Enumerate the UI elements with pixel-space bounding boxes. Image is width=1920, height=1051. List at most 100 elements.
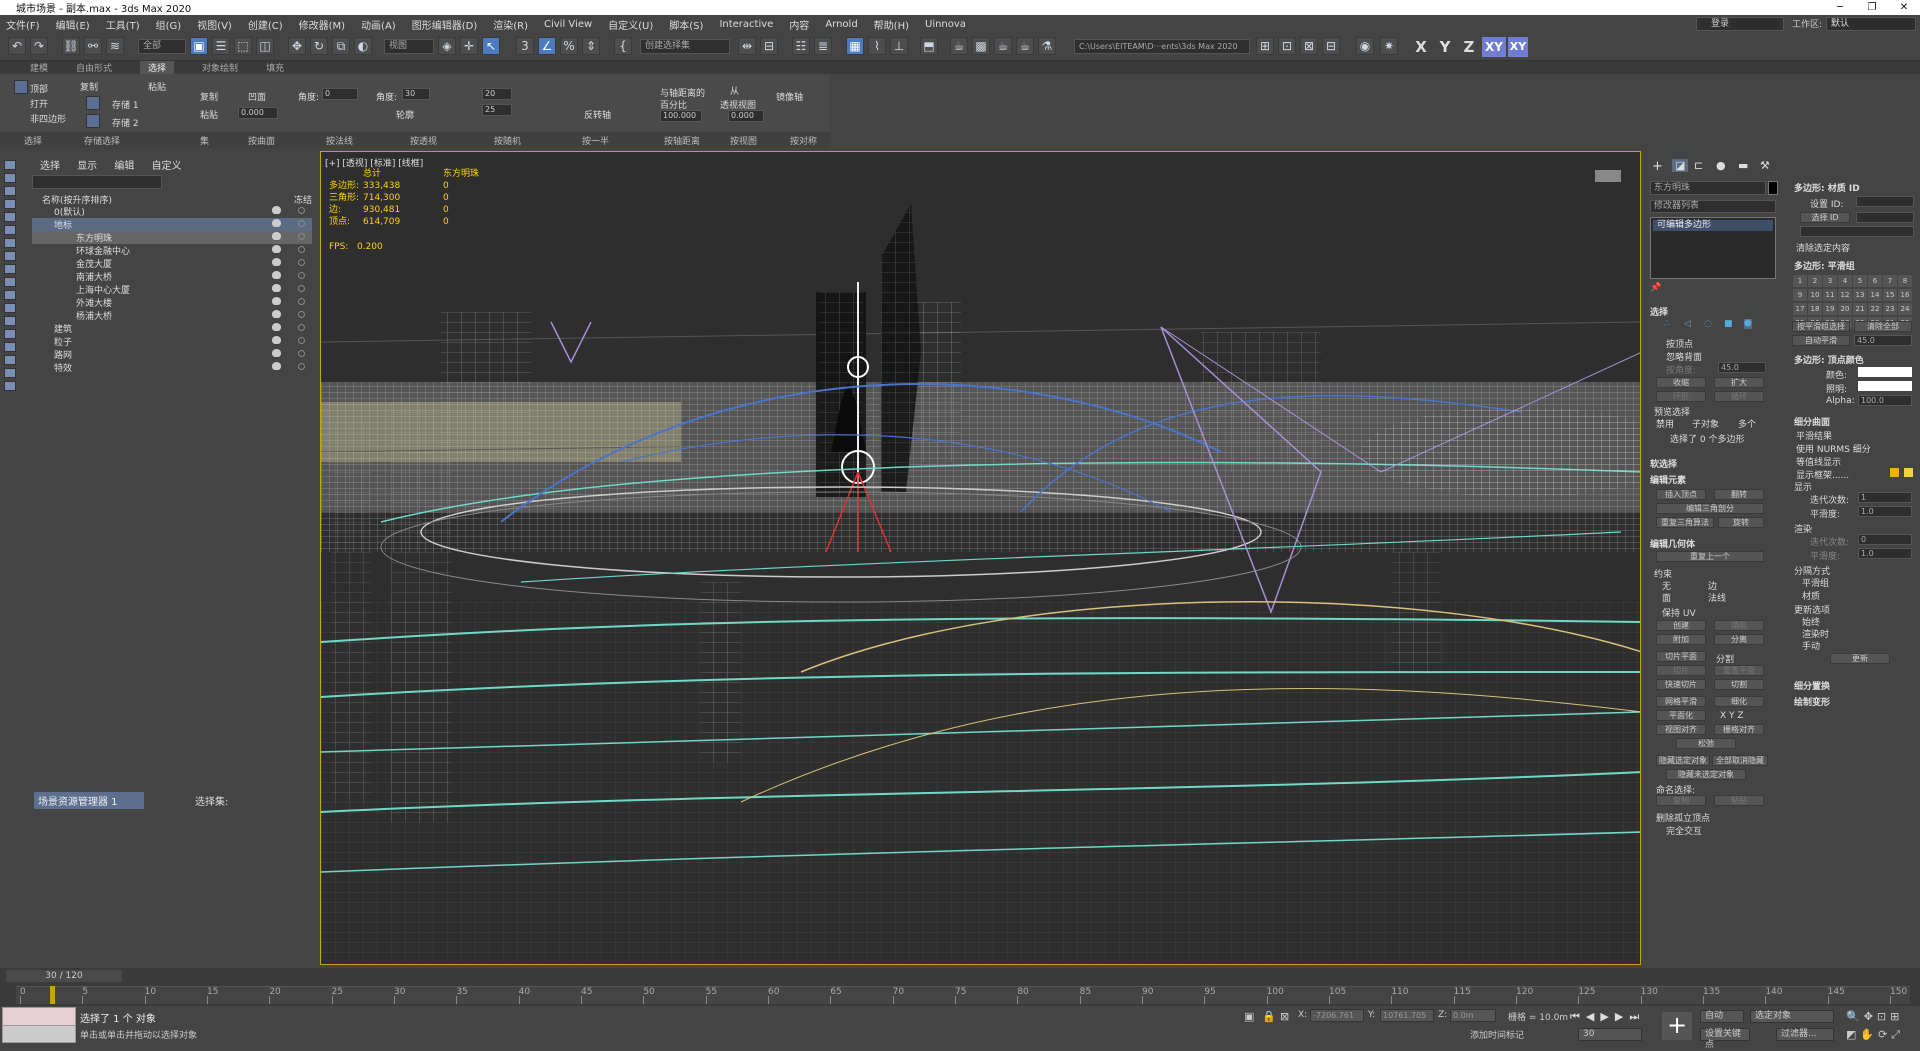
menu-item-2[interactable]: 工具(T) — [106, 17, 140, 32]
axis-z-button[interactable]: Z — [1458, 37, 1480, 57]
smoothing-group-button[interactable]: 22 — [1868, 303, 1882, 315]
render-visible-icon[interactable] — [272, 362, 281, 370]
hierarchy-tab-icon[interactable]: ⊏ — [1694, 159, 1703, 172]
hide-selected-button[interactable]: 隐藏选定对象 — [1656, 755, 1710, 766]
set-key-icon[interactable]: + — [1662, 1012, 1692, 1040]
slice-button[interactable]: 切片 — [1656, 665, 1706, 676]
explorer-filter-icon[interactable] — [4, 212, 16, 222]
explorer-filter-icon[interactable] — [4, 173, 16, 183]
named-selset-dropdown[interactable]: 创建选择集 — [640, 39, 730, 54]
goto-start-icon[interactable]: ⏮ — [1570, 1010, 1586, 1023]
menu-item-0[interactable]: 文件(F) — [6, 17, 40, 32]
filters-button[interactable]: 过滤器... — [1776, 1028, 1834, 1041]
stack-item-editable-poly[interactable]: 可编辑多边形 — [1653, 220, 1773, 231]
hide-unselected-button[interactable]: 隐藏未选定对象 — [1666, 769, 1746, 780]
cut-button[interactable]: 切割 — [1714, 679, 1764, 690]
auto-smooth-button[interactable]: 自动平滑 — [1792, 335, 1850, 346]
ribbon-group-4[interactable]: 按法线 — [326, 134, 353, 147]
explorer-filter-icon[interactable] — [4, 277, 16, 287]
explorer-filter-icon[interactable] — [4, 251, 16, 261]
turn-button[interactable]: 旋转 — [1718, 517, 1764, 528]
freeze-icon[interactable] — [298, 285, 305, 292]
subdiv-displacement-title[interactable]: 细分置换 — [1794, 679, 1830, 692]
ribbon-group-3[interactable]: 按曲面 — [248, 134, 275, 147]
create-button[interactable]: 创建 — [1656, 620, 1706, 631]
render-online-icon[interactable]: ⚗ — [1038, 37, 1056, 55]
track-bar[interactable]: 0 5 10 15 20 25 30 35 40 45 50 55 60 65 70 75 80 85 90 95 10… — [16, 986, 1910, 1004]
menu-item-17[interactable]: Uinnova — [925, 19, 966, 30]
constraint-normal-radio[interactable]: 法线 — [1708, 591, 1726, 604]
paint-deformation-title[interactable]: 绘制变形 — [1794, 695, 1830, 708]
motion-tab-icon[interactable]: ● — [1716, 159, 1726, 172]
next-frame-icon[interactable]: ▶ — [1615, 1010, 1629, 1023]
axis-y-button[interactable]: Y — [1434, 37, 1456, 57]
render-setup-icon[interactable]: ☕ — [950, 37, 968, 55]
smoothing-group-button[interactable]: 10 — [1808, 289, 1822, 301]
paste2-label[interactable]: 粘贴 — [200, 108, 218, 121]
ribbon-tab-0[interactable]: 建模 — [30, 61, 48, 74]
tree-row[interactable]: 金茂大厦 — [32, 257, 312, 270]
constraint-face-radio[interactable]: 面 — [1662, 591, 1671, 604]
curve-editor-icon[interactable]: ⌇ — [868, 37, 886, 55]
scene-explorer-name[interactable]: 场景资源管理器 1 — [34, 792, 144, 809]
edit-named-sel-icon[interactable]: { — [614, 37, 632, 55]
render-visible-icon[interactable] — [272, 271, 281, 279]
grow-button[interactable]: 扩大 — [1714, 377, 1764, 388]
viewport-nav-icons[interactable]: 🔍✥⊡⊞ — [1846, 1010, 1903, 1023]
select-rollout-title[interactable]: 选择 — [1650, 305, 1776, 318]
explorer-filter-icon[interactable] — [4, 186, 16, 196]
x-coord-input[interactable]: -7206.761 — [1310, 1009, 1364, 1022]
auto-smooth-input[interactable]: 45.0 — [1854, 335, 1912, 346]
maxscript-listener[interactable] — [2, 1007, 76, 1043]
explorer-filter-icon[interactable] — [4, 290, 16, 300]
project-folder-icon[interactable]: ⊞ — [1256, 37, 1274, 55]
cage-color1-swatch[interactable] — [1890, 468, 1899, 477]
attach-button[interactable]: 附加 — [1656, 634, 1706, 645]
freeze-icon[interactable] — [298, 259, 305, 266]
render-production-icon[interactable]: ☕ — [994, 37, 1012, 55]
reference-coord-dropdown[interactable]: 视图 — [384, 39, 434, 54]
update-button[interactable]: 更新 — [1830, 653, 1890, 664]
by-angle-input[interactable]: 45.0 — [1718, 362, 1766, 373]
mirror-icon[interactable]: ⇹ — [738, 37, 756, 55]
display-smoothness-input[interactable]: 1.0 — [1858, 506, 1912, 517]
angle1-input[interactable]: 0 — [322, 88, 358, 100]
menu-item-16[interactable]: 帮助(H) — [874, 17, 909, 32]
freeze-icon[interactable] — [298, 298, 305, 305]
tree-row[interactable]: 杨浦大桥 — [32, 309, 312, 322]
named-copy-button[interactable]: 复制 — [1656, 795, 1706, 806]
clear-selection-checkbox[interactable]: 清除选定内容 — [1796, 241, 1850, 254]
material-name-dropdown[interactable] — [1800, 226, 1914, 237]
isolate-icon[interactable]: ▣ — [1244, 1010, 1254, 1023]
link-icon[interactable]: ⛓ — [62, 37, 80, 55]
ribbon-group-9[interactable]: 按视图 — [730, 134, 757, 147]
minimize-button[interactable]: ─ — [1824, 0, 1856, 15]
shrink-button[interactable]: 收缩 — [1656, 377, 1706, 388]
delete-isolated-checkbox[interactable]: 删除孤立顶点 — [1656, 811, 1710, 824]
quickslice-button[interactable]: 快速切片 — [1656, 679, 1706, 690]
render-visible-icon[interactable] — [272, 310, 281, 318]
edit-elements-title[interactable]: 编辑元素 — [1650, 473, 1776, 486]
arnold-render-icon[interactable]: ✷ — [1380, 37, 1398, 55]
soft-select-title[interactable]: 软选择 — [1650, 457, 1776, 470]
select-by-sg-button[interactable]: 按平滑组选择 — [1792, 321, 1850, 332]
freeze-icon[interactable] — [298, 324, 305, 331]
concave-label[interactable]: 凹面 — [248, 90, 266, 103]
scene-search-input[interactable] — [32, 175, 162, 189]
object-color-swatch[interactable] — [1768, 181, 1778, 195]
alpha-input[interactable]: 100.0 — [1858, 395, 1912, 406]
ignore-back-checkbox[interactable]: 忽略背面 — [1666, 350, 1702, 363]
percent-snap-icon[interactable]: % — [560, 37, 578, 55]
poly-material-title[interactable]: 多边形: 材质 ID — [1794, 181, 1860, 194]
num2-input[interactable]: 25 — [482, 104, 512, 116]
select-id-input[interactable] — [1856, 212, 1914, 223]
material-editor-icon[interactable]: ⬒ — [920, 37, 938, 55]
split-checkbox[interactable]: 分割 — [1716, 652, 1734, 665]
tree-row[interactable]: 粒子 — [32, 335, 312, 348]
smoothing-groups-title[interactable]: 多边形: 平滑组 — [1794, 259, 1855, 272]
select-by-name-icon[interactable]: ☰ — [212, 37, 230, 55]
meshsmooth-button[interactable]: 网格平滑 — [1656, 696, 1706, 707]
smoothing-group-button[interactable]: 20 — [1838, 303, 1852, 315]
render-visible-icon[interactable] — [272, 336, 281, 344]
render-visible-icon[interactable] — [272, 297, 281, 305]
